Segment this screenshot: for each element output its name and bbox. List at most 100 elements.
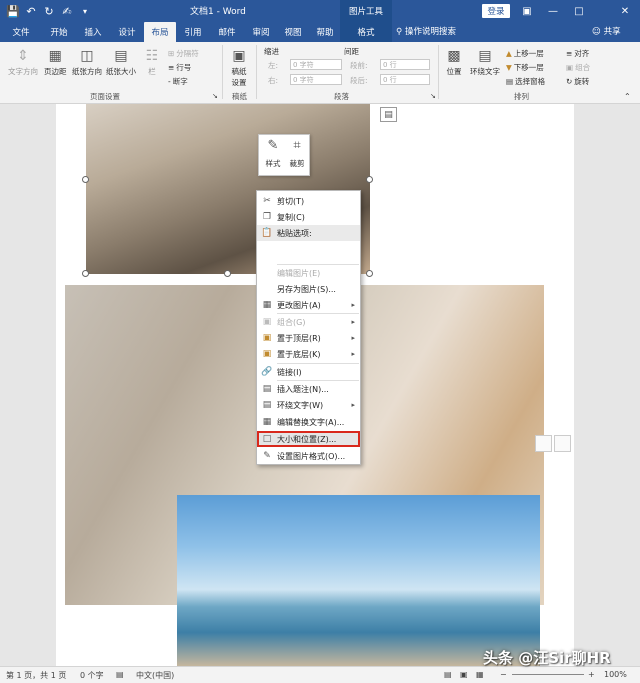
hyphenation-label: 断字 <box>172 77 188 86</box>
text-direction-button[interactable]: ⇕ 文字方向 <box>8 46 38 77</box>
columns-button[interactable]: ☷ 栏 <box>142 46 162 77</box>
clipboard-icon: 📋 <box>261 228 273 238</box>
text-direction-icon: ⇕ <box>17 48 29 64</box>
menu-item-label: 剪切(T) <box>277 196 305 206</box>
page-count[interactable]: 第 1 页，共 1 页 <box>6 670 66 681</box>
menu-item-format-picture[interactable]: ✎ 设置图片格式(O)... <box>257 448 360 464</box>
minimize-icon[interactable]: — <box>540 0 566 22</box>
tell-me-search[interactable]: ⚲ 操作说明搜索 <box>396 25 456 37</box>
customize-quick-access-icon[interactable]: ▾ <box>76 0 94 22</box>
spacing-before-input[interactable]: 0 行 <box>380 59 430 70</box>
resize-handle[interactable] <box>82 270 89 277</box>
picture-style-icon: ✎ <box>267 138 279 153</box>
language-indicator[interactable]: 中文(中国) <box>136 670 174 681</box>
send-backward-button[interactable]: ▼ 下移一层 <box>506 62 544 73</box>
page-setup-launcher-icon[interactable]: ↘ <box>212 92 218 100</box>
resize-handle[interactable] <box>366 176 373 183</box>
menu-item-copy[interactable]: ❐ 复制(C) <box>257 209 360 225</box>
bring-forward-icon: ▲ <box>506 49 512 58</box>
touch-mode-icon[interactable]: ✍ <box>58 0 76 22</box>
change-picture-icon: ▦ <box>262 300 272 310</box>
menu-item-label: 另存为图片(S)... <box>277 284 336 294</box>
ribbon-display-options-icon[interactable]: ▣ <box>514 0 540 22</box>
indent-right-input[interactable]: 0 字符 <box>290 74 342 85</box>
web-layout-icon[interactable]: ▦ <box>476 670 484 679</box>
zoom-out-icon[interactable]: − <box>500 670 507 679</box>
tab-layout[interactable]: 布局 <box>144 22 176 42</box>
word-count[interactable]: 0 个字 <box>80 670 104 681</box>
draft-paper-button[interactable]: ▣ 稿纸设置 <box>228 46 250 88</box>
hyphenation-button[interactable]: ‐ 断字 <box>168 76 188 87</box>
share-button[interactable]: ☺ 共享 <box>592 25 621 37</box>
ribbon-separator <box>438 45 439 99</box>
tab-view[interactable]: 视图 <box>276 22 310 42</box>
menu-item-insert-caption[interactable]: ▤ 插入题注(N)... <box>257 381 360 397</box>
tab-references[interactable]: 引用 <box>176 22 210 42</box>
align-button[interactable]: ≡ 对齐 <box>566 48 589 59</box>
zoom-in-icon[interactable]: + <box>588 670 595 679</box>
selection-pane-label: 选择窗格 <box>515 77 546 86</box>
align-icon: ≡ <box>566 49 573 58</box>
menu-item-cut[interactable]: ✂ 剪切(T) <box>257 193 360 209</box>
person-icon: ☺ <box>592 27 601 37</box>
collapse-ribbon-icon[interactable]: ⌃ <box>624 92 631 101</box>
menu-item-group[interactable]: ▣ 组合(G) ▸ <box>257 314 360 330</box>
menu-item-edit-picture[interactable]: 编辑图片(E) <box>257 265 360 281</box>
tab-review[interactable]: 审阅 <box>244 22 278 42</box>
proofing-icon[interactable]: ▤ <box>116 670 124 679</box>
position-icon: ▩ <box>447 48 461 64</box>
menu-item-size-and-position[interactable]: □ 大小和位置(Z)... <box>257 431 360 447</box>
menu-item-wrap-text[interactable]: ▤ 环绕文字(W) ▸ <box>257 397 360 413</box>
breaks-button[interactable]: ⊞ 分隔符 <box>168 48 199 59</box>
resize-handle[interactable] <box>224 270 231 277</box>
tab-mailings[interactable]: 邮件 <box>210 22 244 42</box>
group-button[interactable]: ▣ 组合 <box>566 62 590 73</box>
menu-item-save-as-picture[interactable]: 另存为图片(S)... <box>257 281 360 297</box>
zoom-slider[interactable] <box>512 674 584 675</box>
paste-keep-format-icon[interactable] <box>535 435 552 452</box>
save-icon[interactable]: 💾 <box>4 0 22 22</box>
orientation-button[interactable]: ◫ 纸张方向 <box>72 46 102 77</box>
spacing-after-input[interactable]: 0 行 <box>380 74 430 85</box>
read-mode-icon[interactable]: ▤ <box>444 670 452 679</box>
tab-insert[interactable]: 插入 <box>76 22 110 42</box>
tab-format[interactable]: 格式 <box>340 22 392 42</box>
bring-forward-button[interactable]: ▲ 上移一层 <box>506 48 544 59</box>
wrap-text-button[interactable]: ▤ 环绕文字 <box>470 46 500 77</box>
position-button[interactable]: ▩ 位置 <box>444 46 464 77</box>
style-button[interactable]: ✎ 样式 <box>261 138 285 174</box>
menu-item-link[interactable]: 🔗 链接(I) <box>257 364 360 380</box>
size-button[interactable]: ▤ 纸张大小 <box>106 46 136 77</box>
indent-left-input[interactable]: 0 字符 <box>290 59 342 70</box>
menu-item-send-to-back[interactable]: ▣ 置于底层(K) ▸ <box>257 346 360 362</box>
line-numbers-button[interactable]: ≡ 行号 <box>168 62 191 73</box>
login-button[interactable]: 登录 <box>482 4 510 18</box>
tab-home[interactable]: 开始 <box>42 22 76 42</box>
picture-beach[interactable] <box>177 495 540 667</box>
tab-help[interactable]: 帮助 <box>308 22 342 42</box>
rotate-button[interactable]: ↻ 旋转 <box>566 76 589 87</box>
print-layout-icon[interactable]: ▣ <box>460 670 468 679</box>
orientation-icon: ◫ <box>80 48 94 64</box>
ribbon-separator <box>256 45 257 99</box>
margins-button[interactable]: ▦ 页边距 <box>44 46 67 77</box>
crop-button[interactable]: ⌗ 裁剪 <box>285 138 309 174</box>
maximize-icon[interactable]: □ <box>566 0 592 22</box>
tab-file[interactable]: 文件 <box>4 22 38 42</box>
zoom-level[interactable]: 100% <box>604 670 627 679</box>
tab-design[interactable]: 设计 <box>110 22 144 42</box>
menu-item-edit-alt-text[interactable]: ▦ 编辑替换文字(A)... <box>257 414 360 430</box>
resize-handle[interactable] <box>82 176 89 183</box>
selection-pane-button[interactable]: ▤ 选择窗格 <box>506 76 545 87</box>
menu-item-change-picture[interactable]: ▦ 更改图片(A) ▸ <box>257 297 360 313</box>
menu-item-bring-to-front[interactable]: ▣ 置于顶层(R) ▸ <box>257 330 360 346</box>
paragraph-launcher-icon[interactable]: ↘ <box>430 92 436 100</box>
columns-label: 栏 <box>148 67 156 76</box>
menu-item-label: 置于顶层(R) <box>277 333 321 343</box>
layout-options-icon[interactable]: ▤ <box>380 107 397 122</box>
close-icon[interactable]: ✕ <box>612 0 638 22</box>
redo-icon[interactable]: ↻ <box>40 0 58 22</box>
paste-picture-icon[interactable] <box>554 435 571 452</box>
resize-handle[interactable] <box>366 270 373 277</box>
undo-icon[interactable]: ↶ <box>22 0 40 22</box>
